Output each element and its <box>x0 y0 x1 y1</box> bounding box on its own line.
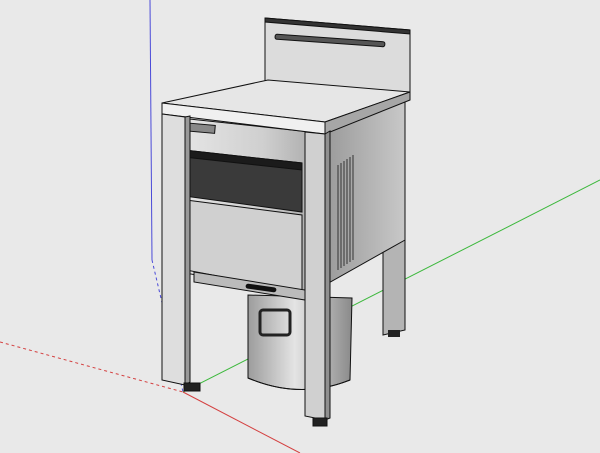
back-leg-foot <box>388 330 400 337</box>
front-right-leg <box>304 130 331 427</box>
z-axis <box>149 0 153 261</box>
x-axis <box>182 391 301 453</box>
front-panel <box>179 117 321 301</box>
model-canvas <box>0 0 600 453</box>
oil-pot <box>247 294 353 391</box>
x-axis-negative <box>0 341 184 393</box>
3d-viewport[interactable] <box>0 0 600 453</box>
